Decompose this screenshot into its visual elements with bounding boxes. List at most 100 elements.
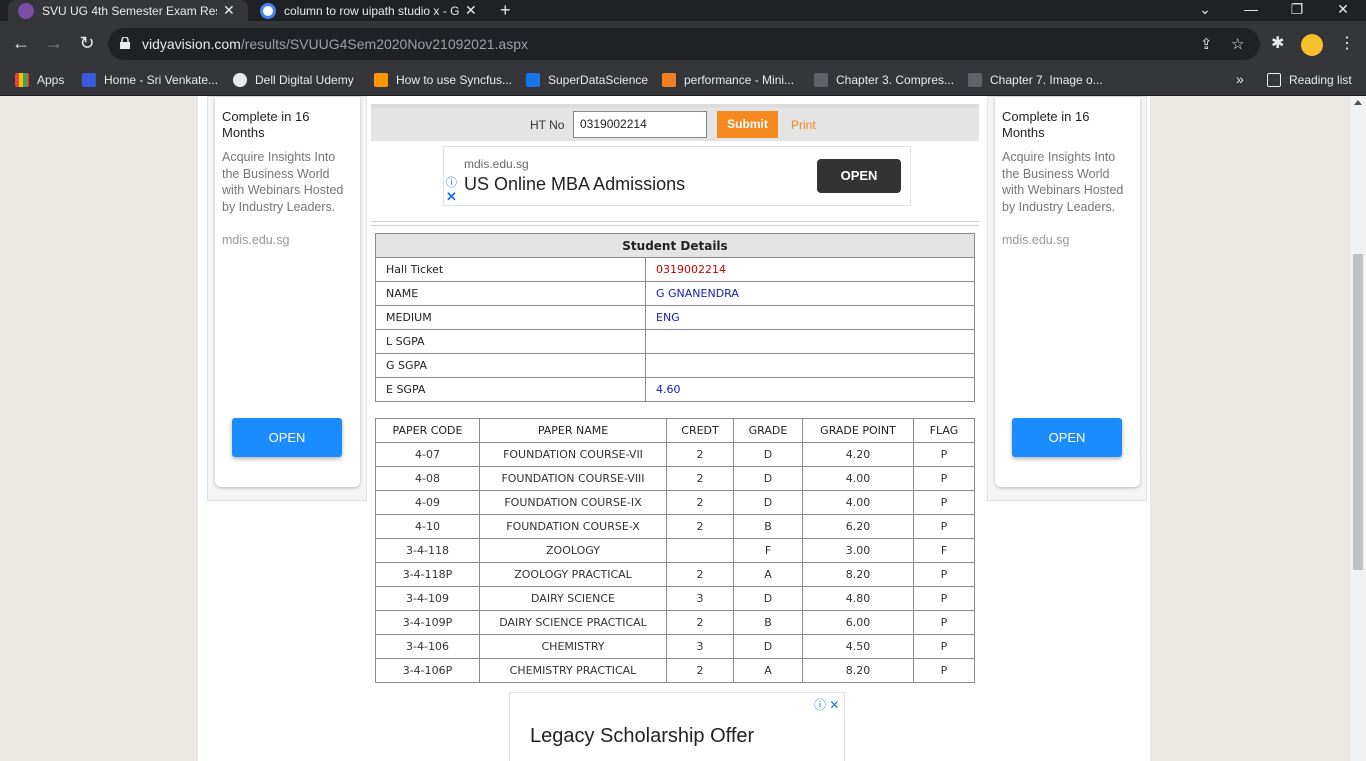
tab-google-search[interactable]: column to row uipath studio x - G ✕ bbox=[250, 0, 490, 21]
ad-close-icon[interactable]: ✕ bbox=[446, 189, 457, 205]
grade-cell: A bbox=[733, 658, 803, 683]
ad-open-button[interactable]: OPEN bbox=[817, 159, 901, 193]
close-tab-icon[interactable]: ✕ bbox=[223, 2, 235, 19]
restore-button[interactable]: ❐ bbox=[1282, 0, 1312, 21]
details-row: G SGPA bbox=[375, 353, 975, 378]
print-link[interactable]: Print bbox=[791, 118, 816, 132]
grade-cell: A bbox=[733, 562, 803, 587]
bookmark-performance-mini[interactable]: performance - Mini... bbox=[662, 73, 794, 87]
col-paper-code: PAPER CODE bbox=[375, 418, 480, 443]
section-divider bbox=[371, 221, 979, 226]
forward-arrow-icon[interactable]: → bbox=[43, 33, 65, 54]
bookmark-chapter-3[interactable]: Chapter 3. Compres... bbox=[814, 73, 954, 87]
minimize-button[interactable]: — bbox=[1236, 0, 1266, 21]
close-window-button[interactable]: ✕ bbox=[1328, 0, 1358, 21]
bookmark-apps[interactable]: Apps bbox=[15, 73, 64, 87]
site-favicon-icon bbox=[18, 2, 34, 19]
bookmark-home-sri-venkate[interactable]: Home - Sri Venkate... bbox=[82, 73, 218, 87]
name-value: G GNANENDRA bbox=[645, 281, 975, 306]
paper-code-cell: 3-4-109 bbox=[375, 586, 480, 611]
col-grade-point: GRADE POINT bbox=[802, 418, 914, 443]
tab-title: SVU UG 4th Semester Exam Resu bbox=[42, 3, 217, 18]
credit-cell: 2 bbox=[666, 514, 734, 539]
paper-name-cell: FOUNDATION COURSE-VIII bbox=[479, 466, 667, 491]
grade-point-cell: 6.20 bbox=[802, 514, 914, 539]
medium-value: ENG bbox=[645, 305, 975, 330]
scrollbar-thumb[interactable] bbox=[1353, 254, 1363, 570]
hall-ticket-form: HT No 0319002214 Submit Print bbox=[371, 104, 979, 141]
grade-cell: D bbox=[733, 586, 803, 611]
address-bar[interactable]: vidyavision.com/results/SVUUG4Sem2020Nov… bbox=[108, 28, 1260, 60]
flag-cell: F bbox=[913, 538, 975, 563]
reload-icon[interactable]: ↻ bbox=[76, 33, 98, 54]
bottom-ad[interactable]: ⓘ ✕ Legacy Scholarship Offer bbox=[509, 692, 845, 761]
col-credit: CREDT bbox=[666, 418, 734, 443]
paper-code-cell: 3-4-109P bbox=[375, 610, 480, 635]
ad-open-button[interactable]: OPEN bbox=[232, 418, 342, 457]
detail-key: G SGPA bbox=[375, 353, 646, 378]
tab-title: column to row uipath studio x - G bbox=[284, 3, 459, 18]
table-row: 3-4-106 CHEMISTRY 3 D 4.50 P bbox=[375, 634, 975, 659]
col-flag: FLAG bbox=[913, 418, 975, 443]
stackoverflow-icon bbox=[662, 73, 676, 87]
bookmark-superdatascience[interactable]: SuperDataScience bbox=[526, 73, 648, 87]
flag-cell: P bbox=[913, 658, 975, 683]
paper-name-cell: ZOOLOGY PRACTICAL bbox=[479, 562, 667, 587]
details-row: Hall Ticket 0319002214 bbox=[375, 257, 975, 282]
page-viewport: Complete in 16 Months Acquire Insights I… bbox=[0, 96, 1366, 761]
menu-kebab-icon[interactable]: ⋮ bbox=[1339, 33, 1355, 53]
details-row: L SGPA bbox=[375, 329, 975, 354]
tab-svu-results[interactable]: SVU UG 4th Semester Exam Resu ✕ bbox=[8, 0, 248, 21]
grade-cell: D bbox=[733, 442, 803, 467]
ad-title: Legacy Scholarship Offer bbox=[530, 725, 755, 747]
ht-no-label: HT No bbox=[530, 118, 565, 132]
flag-cell: P bbox=[913, 610, 975, 635]
new-tab-button[interactable]: + bbox=[500, 0, 511, 21]
lock-icon bbox=[120, 37, 130, 49]
back-arrow-icon[interactable]: ← bbox=[10, 33, 32, 54]
more-bookmarks-icon[interactable]: » bbox=[1236, 71, 1244, 87]
bookmark-star-icon[interactable]: ☆ bbox=[1231, 35, 1244, 53]
share-icon[interactable]: ⇪ bbox=[1200, 35, 1213, 53]
right-side-ad: Complete in 16 Months Acquire Insights I… bbox=[987, 96, 1147, 501]
flag-cell: P bbox=[913, 466, 975, 491]
table-row: 4-08 FOUNDATION COURSE-VIII 2 D 4.00 P bbox=[375, 466, 975, 491]
close-tab-icon[interactable]: ✕ bbox=[465, 2, 477, 19]
submit-button[interactable]: Submit bbox=[717, 111, 778, 138]
paper-code-cell: 3-4-118P bbox=[375, 562, 480, 587]
tab-search-icon[interactable]: ⌄ bbox=[1190, 0, 1220, 21]
ad-body: Acquire Insights Into the Business World… bbox=[1002, 150, 1124, 214]
paper-name-cell: FOUNDATION COURSE-VII bbox=[479, 442, 667, 467]
col-grade: GRADE bbox=[733, 418, 803, 443]
bookmarks-bar: Apps Home - Sri Venkate... Dell Digital … bbox=[0, 66, 1366, 96]
url-text: vidyavision.com/results/SVUUG4Sem2020Nov… bbox=[142, 36, 528, 52]
table-row: 4-09 FOUNDATION COURSE-IX 2 D 4.00 P bbox=[375, 490, 975, 515]
marks-header-row: PAPER CODE PAPER NAME CREDT GRADE GRADE … bbox=[375, 418, 975, 443]
extensions-puzzle-icon[interactable]: ✱ bbox=[1271, 33, 1284, 53]
detail-key: E SGPA bbox=[375, 377, 646, 402]
ad-title: Complete in 16 Months bbox=[222, 109, 310, 140]
grade-cell: F bbox=[733, 538, 803, 563]
credit-cell: 2 bbox=[666, 562, 734, 587]
scroll-up-arrow-icon[interactable] bbox=[1354, 100, 1362, 105]
ad-domain[interactable]: mdis.edu.sg bbox=[222, 233, 289, 247]
ad-open-button[interactable]: OPEN bbox=[1012, 418, 1122, 457]
banner-ad[interactable]: mdis.edu.sg US Online MBA Admissions OPE… bbox=[443, 146, 911, 206]
grade-point-cell: 4.00 bbox=[802, 490, 914, 515]
bookmark-syncfusion[interactable]: How to use Syncfus... bbox=[374, 73, 512, 87]
vertical-scrollbar[interactable] bbox=[1350, 96, 1366, 761]
dell-icon bbox=[233, 73, 247, 87]
bookmark-favicon-icon bbox=[968, 73, 982, 87]
bookmark-chapter-7[interactable]: Chapter 7. Image o... bbox=[968, 73, 1103, 87]
ht-no-input[interactable]: 0319002214 bbox=[573, 111, 707, 138]
ad-domain[interactable]: mdis.edu.sg bbox=[1002, 233, 1069, 247]
ad-info-icon[interactable]: ⓘ bbox=[446, 174, 457, 190]
paper-name-cell: FOUNDATION COURSE-X bbox=[479, 514, 667, 539]
reading-list-button[interactable]: Reading list bbox=[1267, 73, 1352, 87]
ad-choices-icon[interactable]: ⓘ ✕ bbox=[814, 696, 839, 713]
bookmark-dell-digital-udemy[interactable]: Dell Digital Udemy bbox=[233, 73, 354, 87]
profile-avatar[interactable] bbox=[1301, 34, 1323, 56]
grade-point-cell: 4.50 bbox=[802, 634, 914, 659]
grade-cell: D bbox=[733, 466, 803, 491]
bookmark-favicon-icon bbox=[526, 73, 540, 87]
